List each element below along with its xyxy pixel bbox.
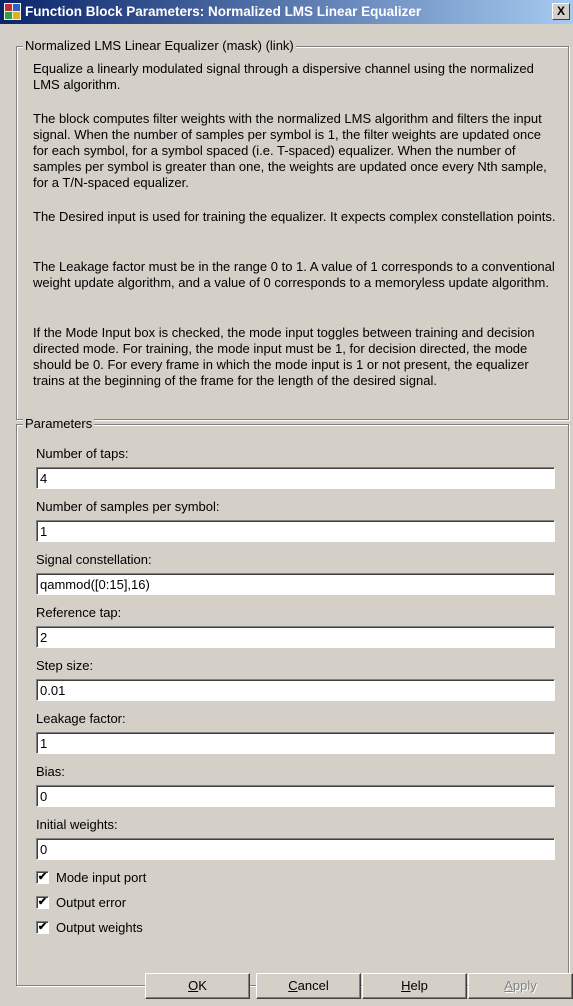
signal-constellation-label: Signal constellation: [36, 552, 152, 567]
simulink-icon [4, 3, 21, 20]
bias-label: Bias: [36, 764, 65, 779]
reference-tap-label: Reference tap: [36, 605, 122, 620]
ok-button[interactable]: OK [145, 973, 250, 999]
samples-per-symbol-field[interactable] [36, 520, 555, 542]
output-error-label: Output error [56, 895, 127, 910]
cancel-button[interactable]: Cancel [256, 973, 361, 999]
description-paragraph-4: The Leakage factor must be in the range … [33, 259, 555, 290]
description-group-label: Normalized LMS Linear Equalizer (mask) (… [23, 38, 296, 53]
description-paragraph-3: The Desired input is used for training t… [33, 209, 556, 224]
description-paragraph-2: The block computes filter weights with t… [33, 111, 547, 190]
parameters-group-label: Parameters [23, 416, 95, 431]
initial-weights-label: Initial weights: [36, 817, 118, 832]
leakage-factor-label: Leakage factor: [36, 711, 126, 726]
cancel-label-rest: ancel [297, 978, 329, 993]
mode-input-port-label: Mode input port [56, 870, 147, 885]
close-button[interactable]: X [552, 3, 570, 20]
cancel-mnemonic: C [288, 978, 298, 993]
title-bar: Function Block Parameters: Normalized LM… [0, 0, 573, 24]
help-button[interactable]: Help [362, 973, 467, 999]
apply-label-rest: pply [512, 978, 537, 993]
step-size-label: Step size: [36, 658, 94, 673]
initial-weights-field[interactable] [36, 838, 555, 860]
leakage-factor-field[interactable] [36, 732, 555, 754]
number-of-taps-label: Number of taps: [36, 446, 129, 461]
description-paragraph-5: If the Mode Input box is checked, the mo… [33, 325, 535, 388]
output-weights-checkbox[interactable]: ✔ [36, 921, 49, 934]
help-mnemonic: H [401, 978, 411, 993]
bias-field[interactable] [36, 785, 555, 807]
signal-constellation-field[interactable] [36, 573, 555, 595]
ok-mnemonic: O [188, 978, 199, 993]
reference-tap-field[interactable] [36, 626, 555, 648]
close-icon: X [556, 4, 565, 18]
step-size-field[interactable] [36, 679, 555, 701]
number-of-taps-field[interactable] [36, 467, 555, 489]
samples-per-symbol-label: Number of samples per symbol: [36, 499, 220, 514]
parameters-group: Parameters Number of taps: Number of sam… [16, 416, 569, 986]
description-group: Normalized LMS Linear Equalizer (mask) (… [16, 38, 569, 420]
apply-mnemonic: A [504, 978, 513, 993]
ok-label-rest: K [198, 978, 207, 993]
apply-button[interactable]: Apply [468, 973, 573, 999]
output-weights-label: Output weights [56, 920, 143, 935]
window-title: Function Block Parameters: Normalized LM… [25, 4, 422, 19]
help-label-rest: elp [410, 978, 428, 993]
output-error-checkbox[interactable]: ✔ [36, 896, 49, 909]
description-paragraph-1: Equalize a linearly modulated signal thr… [33, 61, 534, 92]
mode-input-port-checkbox[interactable]: ✔ [36, 871, 49, 884]
